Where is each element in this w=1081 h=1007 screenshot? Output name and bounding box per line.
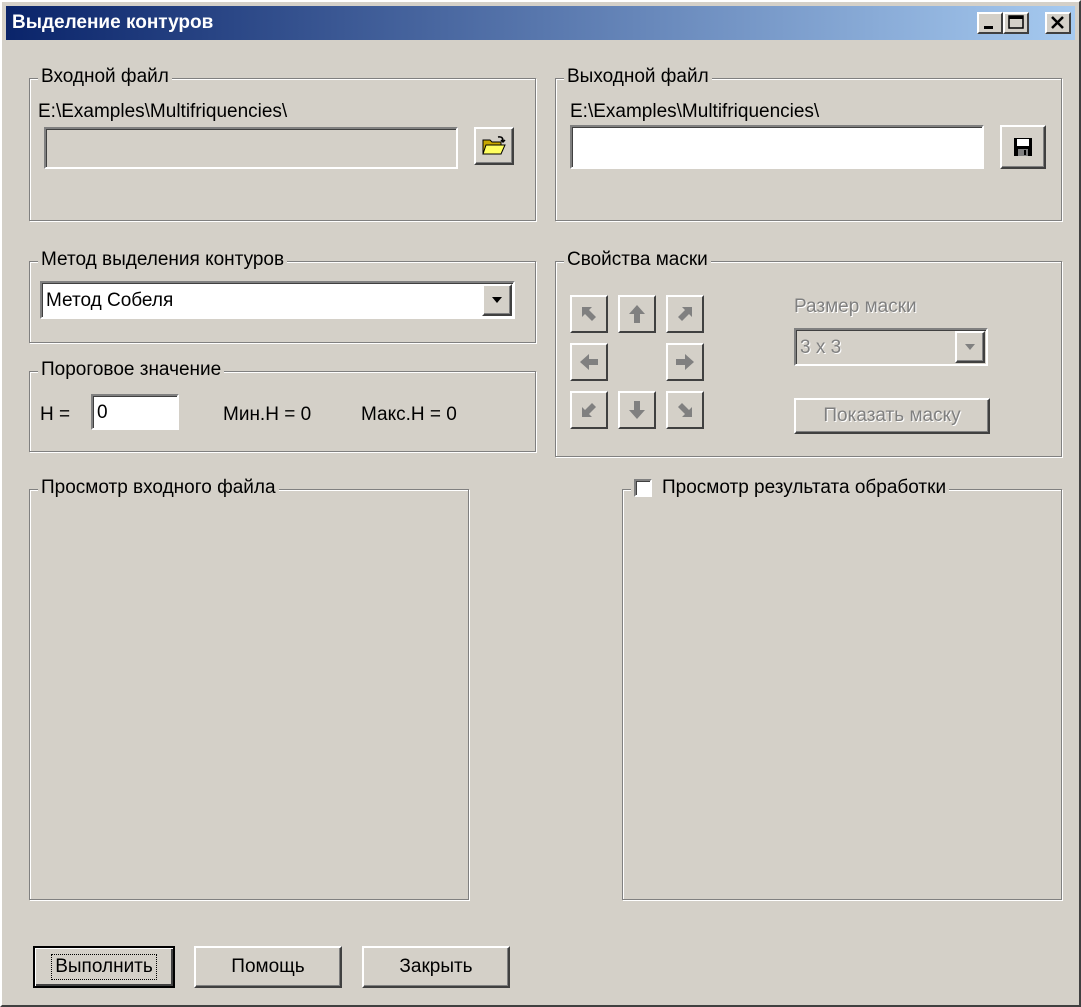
arrow-up-left-icon	[582, 307, 596, 321]
input-file-path: E:\Examples\Multifriquencies\	[38, 101, 288, 122]
method-group: Метод выделения контуров Метод Собеля	[29, 249, 536, 343]
threshold-h-value: 0	[97, 402, 108, 423]
arrow-down-right-icon	[678, 403, 692, 417]
mask-size-label: Размер маски	[794, 296, 917, 317]
folder-open-icon	[482, 136, 506, 155]
dialog-window: Выделение контуров Входной файл E:\Examp…	[0, 0, 1081, 1007]
threshold-legend: Пороговое значение	[38, 359, 225, 381]
preview-output-label: Просмотр результата обработки	[662, 477, 947, 498]
preview-input-legend: Просмотр входного файла	[38, 477, 279, 499]
method-dropdown-button[interactable]	[482, 284, 512, 316]
input-file-legend: Входной файл	[38, 66, 172, 88]
arrow-down-left-icon	[582, 403, 596, 417]
method-legend: Метод выделения контуров	[38, 249, 288, 271]
maximize-button[interactable]	[1003, 12, 1029, 34]
arrow-right-icon	[676, 354, 694, 370]
mask-arrow-down-right-button[interactable]	[666, 391, 704, 429]
open-file-button[interactable]	[474, 127, 514, 165]
threshold-min-label: Мин.H = 0	[223, 404, 312, 425]
minimize-button[interactable]	[977, 12, 1003, 34]
run-button-label: Выполнить	[51, 954, 157, 980]
preview-output-group: Просмотр результата обработки	[622, 477, 1062, 900]
chevron-down-icon	[965, 344, 975, 350]
mask-arrow-up-right-button[interactable]	[666, 295, 704, 333]
input-file-field[interactable]	[44, 127, 458, 169]
save-file-button[interactable]	[1000, 125, 1046, 169]
arrow-down-icon	[629, 401, 645, 419]
method-selected-value: Метод Собеля	[46, 290, 174, 311]
mask-size-value: 3 x 3	[800, 337, 842, 358]
window-title: Выделение контуров	[12, 12, 214, 33]
mask-arrow-down-button[interactable]	[618, 391, 656, 429]
minimize-icon	[984, 26, 993, 29]
output-file-field[interactable]	[570, 125, 984, 169]
preview-output-legend[interactable]: Просмотр результата обработки	[631, 477, 950, 499]
method-select[interactable]: Метод Собеля	[40, 281, 515, 319]
close-window-button[interactable]	[1045, 12, 1071, 34]
threshold-h-label: H =	[40, 404, 71, 425]
help-button[interactable]: Помощь	[194, 946, 342, 988]
mask-arrow-up-left-button[interactable]	[570, 295, 608, 333]
floppy-disk-icon	[1014, 138, 1032, 156]
close-button[interactable]: Закрыть	[362, 946, 510, 988]
mask-arrow-down-left-button[interactable]	[570, 391, 608, 429]
output-file-legend: Выходной файл	[564, 66, 712, 88]
output-file-path: E:\Examples\Multifriquencies\	[570, 101, 820, 122]
mask-arrow-up-button[interactable]	[618, 295, 656, 333]
maximize-icon	[1008, 15, 1024, 29]
title-bar[interactable]: Выделение контуров	[6, 6, 1075, 40]
arrow-up-icon	[629, 305, 645, 323]
mask-size-select[interactable]: 3 x 3	[794, 328, 988, 366]
arrow-left-icon	[580, 354, 598, 370]
mask-group: Свойства маски Размер маски 3 x 3 Показа…	[555, 249, 1062, 457]
preview-input-group: Просмотр входного файла	[29, 477, 469, 900]
mask-arrow-left-button[interactable]	[570, 343, 608, 381]
mask-size-dropdown-button[interactable]	[955, 331, 985, 363]
threshold-group: Пороговое значение H = 0 Мин.H = 0 Макс.…	[29, 359, 536, 452]
threshold-h-input[interactable]: 0	[91, 394, 179, 430]
arrow-up-right-icon	[678, 307, 692, 321]
show-mask-button[interactable]: Показать маску	[794, 398, 990, 434]
threshold-max-label: Макс.H = 0	[361, 404, 457, 425]
mask-arrow-right-button[interactable]	[666, 343, 704, 381]
input-file-group: Входной файл E:\Examples\Multifriquencie…	[29, 66, 536, 221]
mask-legend: Свойства маски	[564, 249, 711, 271]
close-icon	[1051, 16, 1064, 29]
run-button[interactable]: Выполнить	[33, 946, 175, 988]
output-file-group: Выходной файл E:\Examples\Multifriquenci…	[555, 66, 1062, 221]
chevron-down-icon	[492, 297, 502, 303]
preview-output-checkbox[interactable]	[634, 479, 652, 497]
